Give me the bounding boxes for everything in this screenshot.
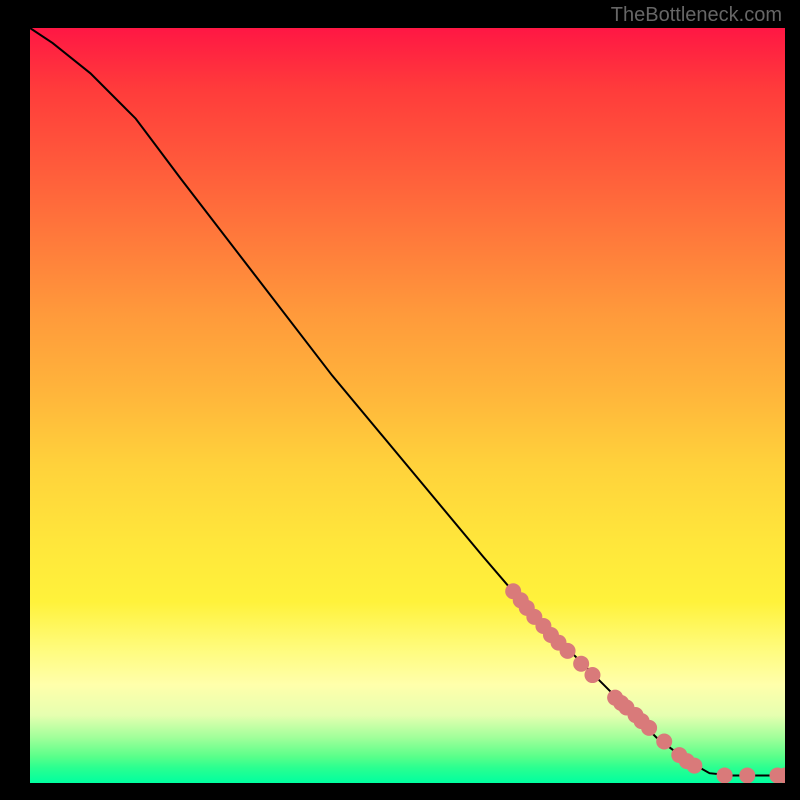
chart-marker — [560, 643, 576, 659]
chart-marker — [641, 720, 657, 736]
chart-marker — [573, 656, 589, 672]
chart-marker — [686, 758, 702, 774]
chart-plot-area — [30, 28, 785, 783]
watermark-text: TheBottleneck.com — [611, 4, 782, 27]
chart-svg — [30, 28, 785, 783]
chart-markers — [505, 583, 785, 783]
chart-marker — [656, 733, 672, 749]
chart-marker — [584, 667, 600, 683]
chart-curve-line — [30, 28, 785, 775]
chart-marker — [739, 767, 755, 783]
chart-marker — [717, 767, 733, 783]
